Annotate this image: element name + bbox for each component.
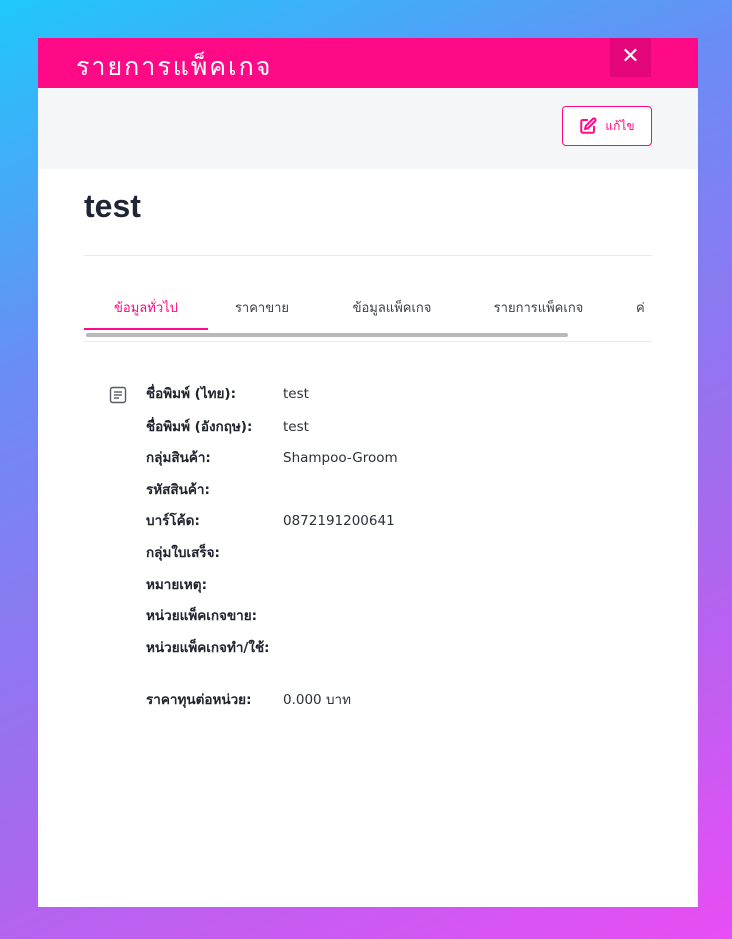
detail-label: ชื่อพิมพ์ (อังกฤษ): <box>146 419 253 435</box>
package-modal: รายการแพ็คเกจ ✕ แก้ไข test ข้อมูลทั่วไป … <box>38 38 698 907</box>
modal-toolbar: แก้ไข <box>38 88 698 169</box>
active-tab-indicator <box>84 328 208 330</box>
tab-bar: ข้อมูลทั่วไป ราคาขาย ข้อมูลแพ็คเกจ รายกา… <box>84 287 652 342</box>
edit-button[interactable]: แก้ไข <box>562 106 652 146</box>
detail-label: หน่วยแพ็คเกจขาย: <box>146 608 258 624</box>
record-title: test <box>84 188 141 224</box>
detail-value: Shampoo-Groom <box>283 450 398 466</box>
divider <box>84 255 652 256</box>
detail-label: หมายเหตุ: <box>146 577 207 593</box>
tab-sale-price[interactable]: ราคาขาย <box>217 297 307 331</box>
tab-general[interactable]: ข้อมูลทั่วไป <box>84 297 208 331</box>
tab-scrollbar[interactable] <box>86 333 568 337</box>
close-button[interactable]: ✕ <box>610 38 651 77</box>
detail-value: test <box>283 419 309 435</box>
modal-header: รายการแพ็คเกจ ✕ <box>38 38 698 88</box>
detail-label: หน่วยแพ็คเกจทำ/ใช้: <box>146 640 270 656</box>
detail-value: test <box>283 386 309 402</box>
tab-package-info[interactable]: ข้อมูลแพ็คเกจ <box>332 297 452 331</box>
close-icon: ✕ <box>621 44 640 69</box>
tab-more[interactable]: ค่ <box>636 297 652 331</box>
detail-label: กลุ่มใบเสร็จ: <box>146 545 220 561</box>
detail-label: รหัสสินค้า: <box>146 482 210 498</box>
modal-title: รายการแพ็คเกจ <box>76 52 273 81</box>
detail-label: ชื่อพิมพ์ (ไทย): <box>146 386 237 402</box>
edit-icon <box>580 117 597 134</box>
detail-value: 0872191200641 <box>283 513 395 529</box>
document-icon <box>109 386 127 404</box>
tab-package-items[interactable]: รายการแพ็คเกจ <box>476 297 601 331</box>
detail-label: กลุ่มสินค้า: <box>146 450 211 466</box>
edit-button-label: แก้ไข <box>605 118 635 133</box>
detail-label: ราคาทุนต่อหน่วย: <box>146 692 252 708</box>
detail-value: 0.000 บาท <box>283 692 351 708</box>
detail-label: บาร์โค้ด: <box>146 513 200 529</box>
